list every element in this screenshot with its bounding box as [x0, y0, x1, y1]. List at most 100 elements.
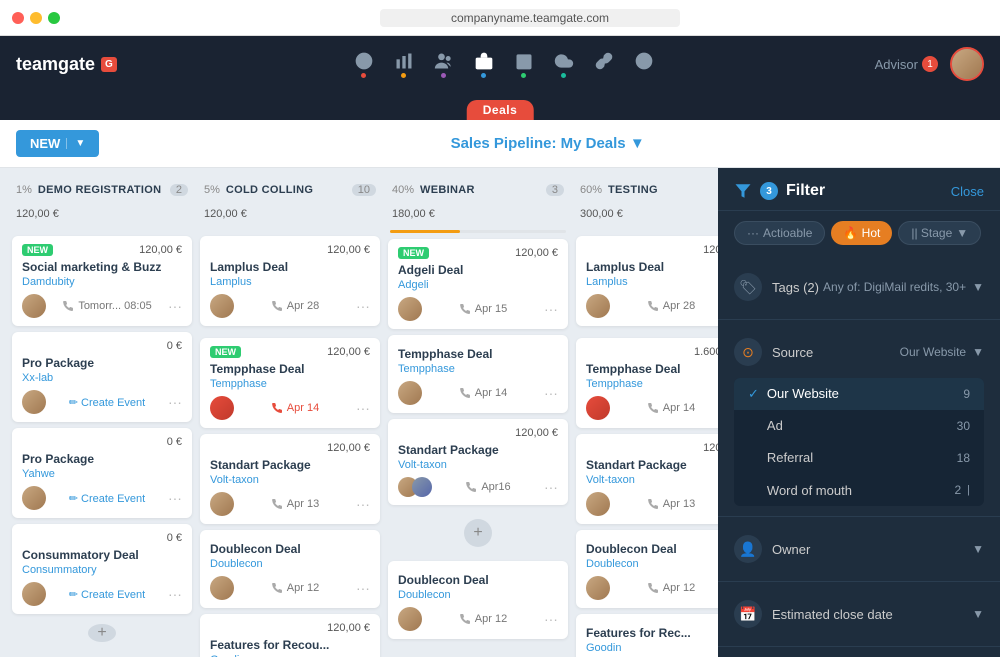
filter-row-tags[interactable]: 🏷 Tags (2) Any of: DigiMail redits, 30+ …	[734, 265, 984, 309]
card-avatar	[586, 294, 610, 318]
card-more-btn[interactable]: ···	[168, 586, 182, 602]
filter-row-source[interactable]: ⊙ Source Our Website ▼	[734, 330, 984, 374]
card-avatar	[22, 294, 46, 318]
card-adgeli[interactable]: NEW 120,00 € Adgeli Deal Adgeli Apr 15 ·…	[388, 239, 568, 329]
card-company[interactable]: Lamplus	[210, 276, 370, 288]
source-count: 2	[954, 483, 961, 497]
card-title: Doublecon Deal	[586, 542, 718, 556]
card-more-btn[interactable]: ···	[356, 580, 370, 596]
card-company[interactable]: Doublecon	[398, 589, 558, 601]
source-option-ad[interactable]: ✓Ad 30	[734, 410, 984, 442]
card-lamplus-cold[interactable]: 120,00 € Lamplus Deal Lamplus Apr 28 ···	[200, 236, 380, 326]
nav-links[interactable]	[594, 51, 614, 78]
chip-hot[interactable]: 🔥 Hot	[831, 221, 892, 245]
card-more-btn[interactable]: ···	[544, 385, 558, 401]
filter-row-estimated[interactable]: 📅 Estimated close date ▼	[734, 592, 984, 636]
card-features-cold[interactable]: 120,00 € Features for Recou... Goodin Ap…	[200, 614, 380, 657]
nav-calendar[interactable]	[514, 51, 534, 78]
card-tempphase-testing[interactable]: 1.600,00 € Tempphase Deal Tempphase Apr …	[576, 338, 718, 428]
card-standart-cold[interactable]: 120,00 € Standart Package Volt-taxon Apr…	[200, 434, 380, 524]
card-standart-testing[interactable]: 120,00 € Standart Package Volt-taxon Apr…	[576, 434, 718, 524]
card-avatar	[210, 396, 234, 420]
avatar[interactable]	[950, 47, 984, 81]
notification-badge[interactable]: 1	[922, 56, 938, 72]
chip-actionable[interactable]: ··· Actioable	[734, 221, 825, 245]
col-percent-testing: 60%	[580, 184, 602, 196]
card-more-btn[interactable]: ···	[168, 394, 182, 410]
source-option-our-website[interactable]: ✓Our Website 9	[734, 378, 984, 410]
new-deal-button[interactable]: NEW ▼	[16, 130, 99, 157]
nav-deals[interactable]	[474, 51, 494, 78]
filter-row-owner[interactable]: 👤 Owner ▼	[734, 527, 984, 571]
nav-globe[interactable]	[634, 51, 654, 78]
pipeline-dropdown[interactable]: ▼	[630, 135, 645, 152]
col-percent-cold: 5%	[204, 184, 220, 196]
nav-analytics[interactable]	[394, 51, 414, 78]
card-company[interactable]: Volt-taxon	[210, 474, 370, 486]
col-percent-demo: 1%	[16, 184, 32, 196]
col-header-cold: 5% COLD COLLING 10	[200, 180, 380, 202]
add-card-demo[interactable]: +	[88, 624, 116, 642]
card-more-btn[interactable]: ···	[544, 301, 558, 317]
card-create-event[interactable]: ✏ Create Event	[69, 492, 145, 505]
card-more-btn[interactable]: ···	[168, 490, 182, 506]
card-social-marketing[interactable]: NEW 120,00 € Social marketing & Buzz Dam…	[12, 236, 192, 326]
deals-tab[interactable]: Deals	[467, 100, 534, 120]
card-pro-package-2[interactable]: 0 € Pro Package Yahwe ✏ Create Event ···	[12, 428, 192, 518]
card-doublecon-cold[interactable]: Doublecon Deal Doublecon Apr 12 ···	[200, 530, 380, 608]
new-deal-dropdown-arrow[interactable]: ▼	[66, 138, 85, 149]
card-avatar	[210, 576, 234, 600]
close-window-btn[interactable]	[12, 12, 24, 24]
card-company[interactable]: Volt-taxon	[398, 459, 558, 471]
card-more-btn[interactable]: ···	[544, 611, 558, 627]
card-company[interactable]: Doublecon	[210, 558, 370, 570]
minimize-window-btn[interactable]	[30, 12, 42, 24]
card-company[interactable]: Doublecon	[586, 558, 718, 570]
url-bar[interactable]: companyname.teamgate.com	[380, 9, 680, 27]
card-features-testing[interactable]: Features for Rec... Goodin Apr 12 ···	[576, 614, 718, 657]
card-tempphase-web[interactable]: Tempphase Deal Tempphase Apr 14 ···	[388, 335, 568, 413]
card-company[interactable]: Tempphase	[398, 363, 558, 375]
date-icon: 📅	[734, 600, 762, 628]
card-pro-package-1[interactable]: 0 € Pro Package Xx-lab ✏ Create Event ··…	[12, 332, 192, 422]
nav-dashboard[interactable]	[354, 51, 374, 78]
card-avatar	[398, 297, 422, 321]
card-company[interactable]: Adgeli	[398, 279, 558, 291]
card-company[interactable]: Tempphase	[210, 378, 370, 390]
card-standart-web[interactable]: 120,00 € Standart Package Volt-taxon Apr…	[388, 419, 568, 505]
card-company[interactable]: Consummatory	[22, 564, 182, 576]
tags-value: Any of: DigiMail redits, 30+	[823, 280, 966, 294]
card-company[interactable]: Damdubity	[22, 276, 182, 288]
chip-label: Actioable	[763, 226, 812, 240]
card-more-btn[interactable]: ···	[356, 298, 370, 314]
card-lamplus-testing[interactable]: 120,00 € Lamplus Deal Lamplus Apr 28 ···	[576, 236, 718, 326]
card-doublecon-testing[interactable]: Doublecon Deal Doublecon Apr 12 ···	[576, 530, 718, 608]
card-more-btn[interactable]: ···	[544, 479, 558, 495]
add-card-webinar[interactable]: +	[464, 519, 492, 547]
card-company[interactable]: Volt-taxon	[586, 474, 718, 486]
source-option-referral[interactable]: ✓Referral 18	[734, 442, 984, 474]
filter-close-button[interactable]: Close	[951, 184, 984, 199]
card-doublecon-web[interactable]: Doublecon Deal Doublecon Apr 12 ···	[388, 561, 568, 639]
maximize-window-btn[interactable]	[48, 12, 60, 24]
card-create-event[interactable]: ✏ Create Event	[69, 396, 145, 409]
card-consummatory[interactable]: 0 € Consummatory Deal Consummatory ✏ Cre…	[12, 524, 192, 614]
card-company[interactable]: Yahwe	[22, 468, 182, 480]
card-company[interactable]: Goodin	[586, 642, 718, 654]
card-company[interactable]: Lamplus	[586, 276, 718, 288]
card-create-event[interactable]: ✏ Create Event	[69, 588, 145, 601]
source-option-word-of-mouth[interactable]: ✓ Word of mouth 2 |	[734, 474, 984, 506]
actionable-icon: ···	[747, 226, 759, 240]
card-more-btn[interactable]: ···	[356, 400, 370, 416]
nav-contacts[interactable]	[434, 51, 454, 78]
nav-integrations[interactable]	[554, 51, 574, 78]
col-amount-testing: 300,00 €	[576, 208, 718, 224]
card-avatar-2	[412, 477, 432, 497]
card-more-btn[interactable]: ···	[168, 298, 182, 314]
card-tempphase-cold[interactable]: NEW 120,00 € Tempphase Deal Tempphase Ap…	[200, 338, 380, 428]
card-company[interactable]: Xx-lab	[22, 372, 182, 384]
card-more-btn[interactable]: ···	[356, 496, 370, 512]
card-company[interactable]: Tempphase	[586, 378, 718, 390]
chip-stage[interactable]: || Stage ▼	[898, 221, 981, 245]
kanban-col-testing: 60% TESTING 300,00 € 120,00 € Lamplus De…	[576, 180, 718, 645]
